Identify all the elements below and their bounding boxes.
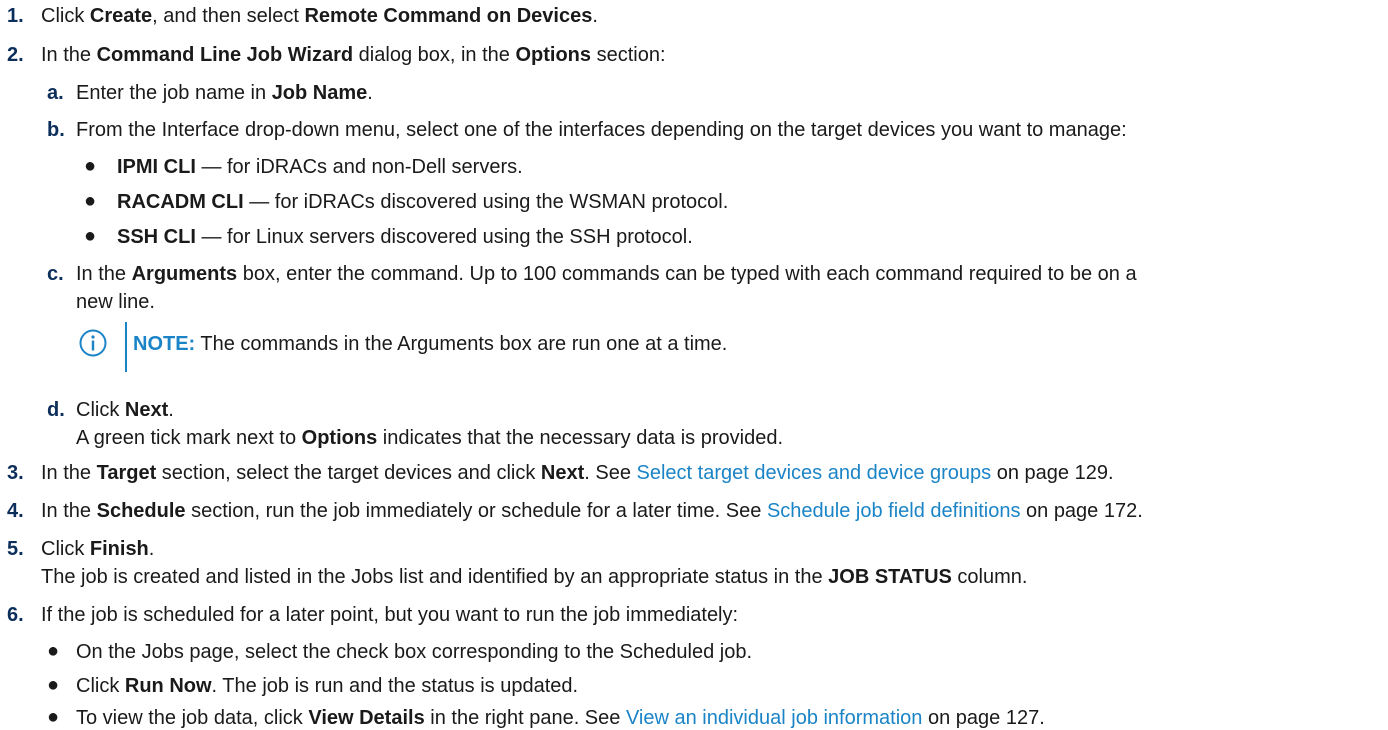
substep-text-continued: A green tick mark next to Options indica…	[76, 427, 783, 449]
substep-a: a. Enter the job name in Job Name.	[47, 81, 373, 105]
link-select-target-devices[interactable]: Select target devices and device groups	[637, 462, 992, 484]
step-text: If the job is scheduled for a later poin…	[41, 604, 739, 626]
bullet-dot: ●	[84, 225, 97, 247]
bullet-dot: ●	[47, 706, 60, 728]
substep-letter: b.	[47, 119, 65, 141]
substep-text: From the Interface drop-down menu, selec…	[76, 119, 1127, 141]
step-4: 4. In the Schedule section, run the job …	[7, 499, 1143, 523]
substep-text: In the Arguments box, enter the command.…	[76, 263, 1137, 285]
step-text-continued: The job is created and listed in the Job…	[41, 566, 1028, 588]
link-view-individual-job-information[interactable]: View an individual job information	[626, 707, 922, 729]
step-text: Click Create, and then select Remote Com…	[41, 5, 598, 27]
list-item: ● IPMI CLI — for iDRACs and non-Dell ser…	[84, 155, 523, 178]
info-circle-icon	[78, 328, 108, 358]
step-number: 6.	[7, 604, 24, 626]
substep-text: Enter the job name in Job Name.	[76, 82, 373, 104]
substep-d: d. Click Next.	[47, 398, 174, 422]
substep-letter: a.	[47, 82, 64, 104]
substep-b: b. From the Interface drop-down menu, se…	[47, 118, 1127, 142]
step-text: In the Command Line Job Wizard dialog bo…	[41, 44, 666, 66]
substep-text: Click Next.	[76, 399, 174, 421]
step-text: In the Target section, select the target…	[41, 462, 1114, 484]
link-schedule-job-field-definitions[interactable]: Schedule job field definitions	[767, 500, 1021, 522]
substep-letter: c.	[47, 263, 64, 285]
step-6: 6. If the job is scheduled for a later p…	[7, 603, 738, 627]
step-3: 3. In the Target section, select the tar…	[7, 461, 1114, 485]
bullet-dot: ●	[84, 155, 97, 177]
bullet-dot: ●	[84, 190, 97, 212]
step-text: In the Schedule section, run the job imm…	[41, 500, 1143, 522]
substep-text-continued: new line.	[76, 291, 155, 313]
step-number: 4.	[7, 500, 24, 522]
list-item: ● RACADM CLI — for iDRACs discovered usi…	[84, 190, 729, 213]
step-number: 2.	[7, 44, 24, 66]
note-divider	[125, 322, 127, 372]
list-item: ● On the Jobs page, select the check box…	[47, 640, 752, 663]
step-2: 2. In the Command Line Job Wizard dialog…	[7, 43, 666, 67]
step-1: 1. Click Create, and then select Remote …	[7, 4, 598, 28]
list-item: ● Click Run Now. The job is run and the …	[47, 674, 579, 697]
list-item: ● SSH CLI — for Linux servers discovered…	[84, 225, 693, 248]
bullet-dot: ●	[47, 640, 60, 662]
substep-letter: d.	[47, 399, 65, 421]
step-number: 3.	[7, 462, 24, 484]
note-text: NOTE: The commands in the Arguments box …	[133, 333, 728, 355]
list-item: ● To view the job data, click View Detai…	[47, 706, 1045, 729]
step-number: 1.	[7, 5, 24, 27]
step-text: Click Finish.	[41, 538, 155, 560]
step-5: 5. Click Finish.	[7, 537, 154, 561]
note-label: NOTE:	[133, 333, 196, 355]
bullet-dot: ●	[47, 674, 60, 696]
document-page: 1. Click Create, and then select Remote …	[0, 0, 1388, 729]
step-number: 5.	[7, 538, 24, 560]
substep-c: c. In the Arguments box, enter the comma…	[47, 262, 1137, 286]
